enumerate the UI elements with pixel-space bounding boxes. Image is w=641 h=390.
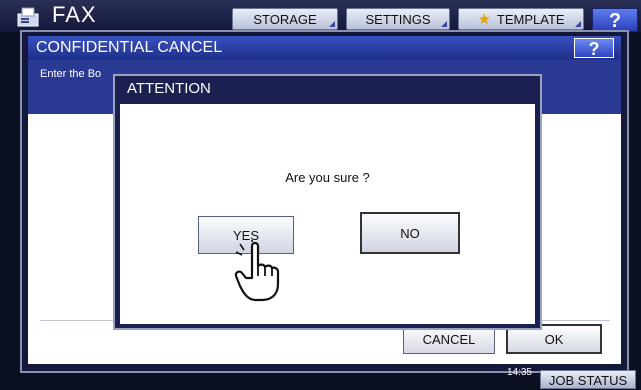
attention-title: ATTENTION	[127, 80, 211, 97]
tab-storage[interactable]: STORAGE	[232, 8, 338, 30]
tab-settings[interactable]: SETTINGS	[346, 8, 450, 30]
help-button-top[interactable]: ?	[592, 8, 638, 32]
corner-arrow-icon	[441, 21, 447, 27]
help-button[interactable]: ?	[574, 38, 614, 59]
attention-body	[120, 104, 535, 324]
dialog-title: CONFIDENTIAL CANCEL	[28, 36, 621, 60]
pointing-hand-icon	[234, 240, 280, 302]
tab-template-label: TEMPLATE	[496, 11, 565, 27]
no-button[interactable]: NO	[360, 212, 460, 254]
app-title: FAX	[52, 2, 97, 27]
star-icon: ★	[477, 11, 491, 28]
job-status-button[interactable]: JOB STATUS	[540, 370, 636, 389]
corner-arrow-icon	[575, 21, 581, 27]
clock-time: 14:35	[506, 367, 532, 378]
corner-arrow-icon	[329, 21, 335, 27]
tab-template[interactable]: ★ TEMPLATE	[458, 8, 584, 30]
attention-message: Are you sure ?	[285, 170, 370, 185]
fax-machine-icon	[17, 7, 39, 27]
tab-storage-label: STORAGE	[253, 11, 317, 27]
tab-settings-label: SETTINGS	[365, 11, 431, 27]
instruction-text: Enter the Bo	[40, 68, 102, 80]
